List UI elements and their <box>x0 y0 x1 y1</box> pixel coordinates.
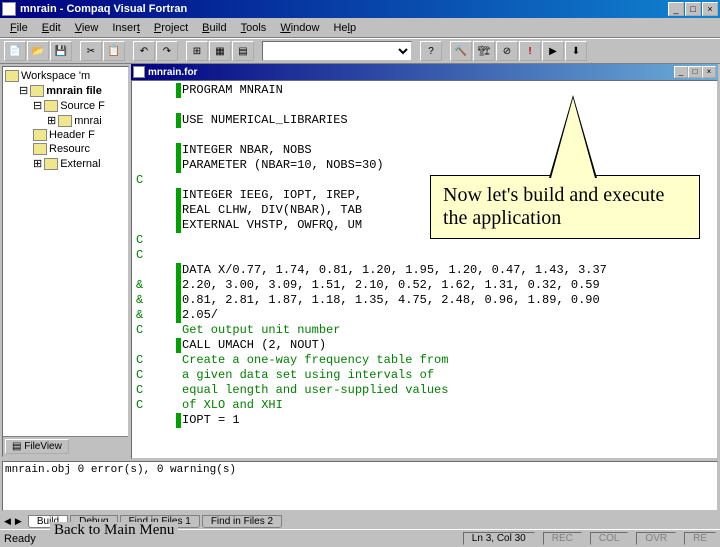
workspace-node[interactable]: Workspace 'm <box>5 69 126 83</box>
build-output-text: mnrain.obj 0 error(s), 0 warning(s) <box>5 464 236 476</box>
callout-box: Now let's build and execute the applicat… <box>430 175 700 239</box>
code-editor[interactable]: PROGRAM MNRAINUSE NUMERICAL_LIBRARIESINT… <box>131 80 718 459</box>
execute-button[interactable]: ! <box>519 41 541 61</box>
menu-window[interactable]: Window <box>274 20 325 36</box>
status-rec: REC <box>543 532 582 545</box>
undo-button[interactable]: ↶ <box>133 41 155 61</box>
status-col: COL <box>590 532 629 545</box>
app-icon <box>2 2 16 16</box>
workspace-pane: Workspace 'm ⊟mnrain file ⊟Source F ⊞mnr… <box>2 66 129 457</box>
menu-project[interactable]: Project <box>148 20 194 36</box>
tab-arrow-right[interactable]: ▶ <box>15 516 22 527</box>
build-all-button[interactable]: 🏗 <box>473 41 495 61</box>
open-file-button[interactable]: 📂 <box>27 41 49 61</box>
output-button[interactable]: ▦ <box>209 41 231 61</box>
menu-insert[interactable]: Insert <box>106 20 146 36</box>
tab-find2[interactable]: Find in Files 2 <box>202 515 282 528</box>
folder-external[interactable]: ⊞External <box>33 156 126 171</box>
config-select[interactable] <box>262 41 412 61</box>
document-titlebar: mnrain.for _ □ × <box>131 64 718 80</box>
status-ovr: OVR <box>636 532 676 545</box>
project-icon <box>30 85 44 97</box>
doc-close-button[interactable]: × <box>702 66 716 78</box>
cut-button[interactable]: ✂ <box>80 41 102 61</box>
file-tree[interactable]: Workspace 'm ⊟mnrain file ⊟Source F ⊞mnr… <box>3 67 128 436</box>
menu-view[interactable]: View <box>69 20 105 36</box>
new-file-button[interactable]: 📄 <box>4 41 26 61</box>
folder-source[interactable]: ⊟Source F <box>33 98 126 113</box>
title-bar: mnrain - Compaq Visual Fortran _ □ × <box>0 0 720 18</box>
folder-icon <box>33 129 47 141</box>
folder-icon <box>44 100 58 112</box>
menu-build[interactable]: Build <box>196 20 232 36</box>
project-node[interactable]: ⊟mnrain file <box>19 83 126 98</box>
status-position: Ln 3, Col 30 <box>463 532 535 545</box>
copy-button[interactable]: 📋 <box>103 41 125 61</box>
menu-file[interactable]: File <box>4 20 34 36</box>
document-icon <box>133 66 145 78</box>
redo-button[interactable]: ↷ <box>156 41 178 61</box>
step-button[interactable]: ⬇ <box>565 41 587 61</box>
maximize-button[interactable]: □ <box>685 2 701 16</box>
tab-fileview[interactable]: ▤ FileView <box>5 439 69 454</box>
minimize-button[interactable]: _ <box>668 2 684 16</box>
tab-arrow-left[interactable]: ◀ <box>4 516 11 527</box>
folder-resource[interactable]: Resourc <box>33 142 126 156</box>
toolbar: 📄 📂 💾 ✂ 📋 ↶ ↷ ⊞ ▦ ▤ ? 🔨 🏗 ⊘ ! ▶ ⬇ <box>0 38 720 64</box>
stop-build-button[interactable]: ⊘ <box>496 41 518 61</box>
window-title: mnrain - Compaq Visual Fortran <box>20 3 668 15</box>
callout-text: Now let's build and execute the applicat… <box>443 184 664 229</box>
window-list-button[interactable]: ▤ <box>232 41 254 61</box>
file-icon <box>58 115 72 127</box>
workspace-button[interactable]: ⊞ <box>186 41 208 61</box>
build-button[interactable]: 🔨 <box>450 41 472 61</box>
menu-tools[interactable]: Tools <box>235 20 273 36</box>
doc-minimize-button[interactable]: _ <box>674 66 688 78</box>
workspace-icon <box>5 70 19 82</box>
menu-edit[interactable]: Edit <box>36 20 67 36</box>
folder-header[interactable]: Header F <box>33 128 126 142</box>
menu-bar: File Edit View Insert Project Build Tool… <box>0 18 720 38</box>
save-button[interactable]: 💾 <box>50 41 72 61</box>
folder-icon <box>33 143 47 155</box>
output-pane[interactable]: mnrain.obj 0 error(s), 0 warning(s) <box>2 461 718 511</box>
menu-help[interactable]: Help <box>327 20 362 36</box>
back-to-main-link[interactable]: Back to Main Menu <box>50 522 178 539</box>
file-mnrain[interactable]: ⊞mnrai <box>47 113 126 128</box>
help-button[interactable]: ? <box>420 41 442 61</box>
document-title: mnrain.for <box>148 67 197 78</box>
folder-icon <box>44 158 58 170</box>
left-tabs: ▤ FileView <box>3 436 128 456</box>
doc-maximize-button[interactable]: □ <box>688 66 702 78</box>
close-button[interactable]: × <box>702 2 718 16</box>
status-re: RE <box>684 532 716 545</box>
go-button[interactable]: ▶ <box>542 41 564 61</box>
